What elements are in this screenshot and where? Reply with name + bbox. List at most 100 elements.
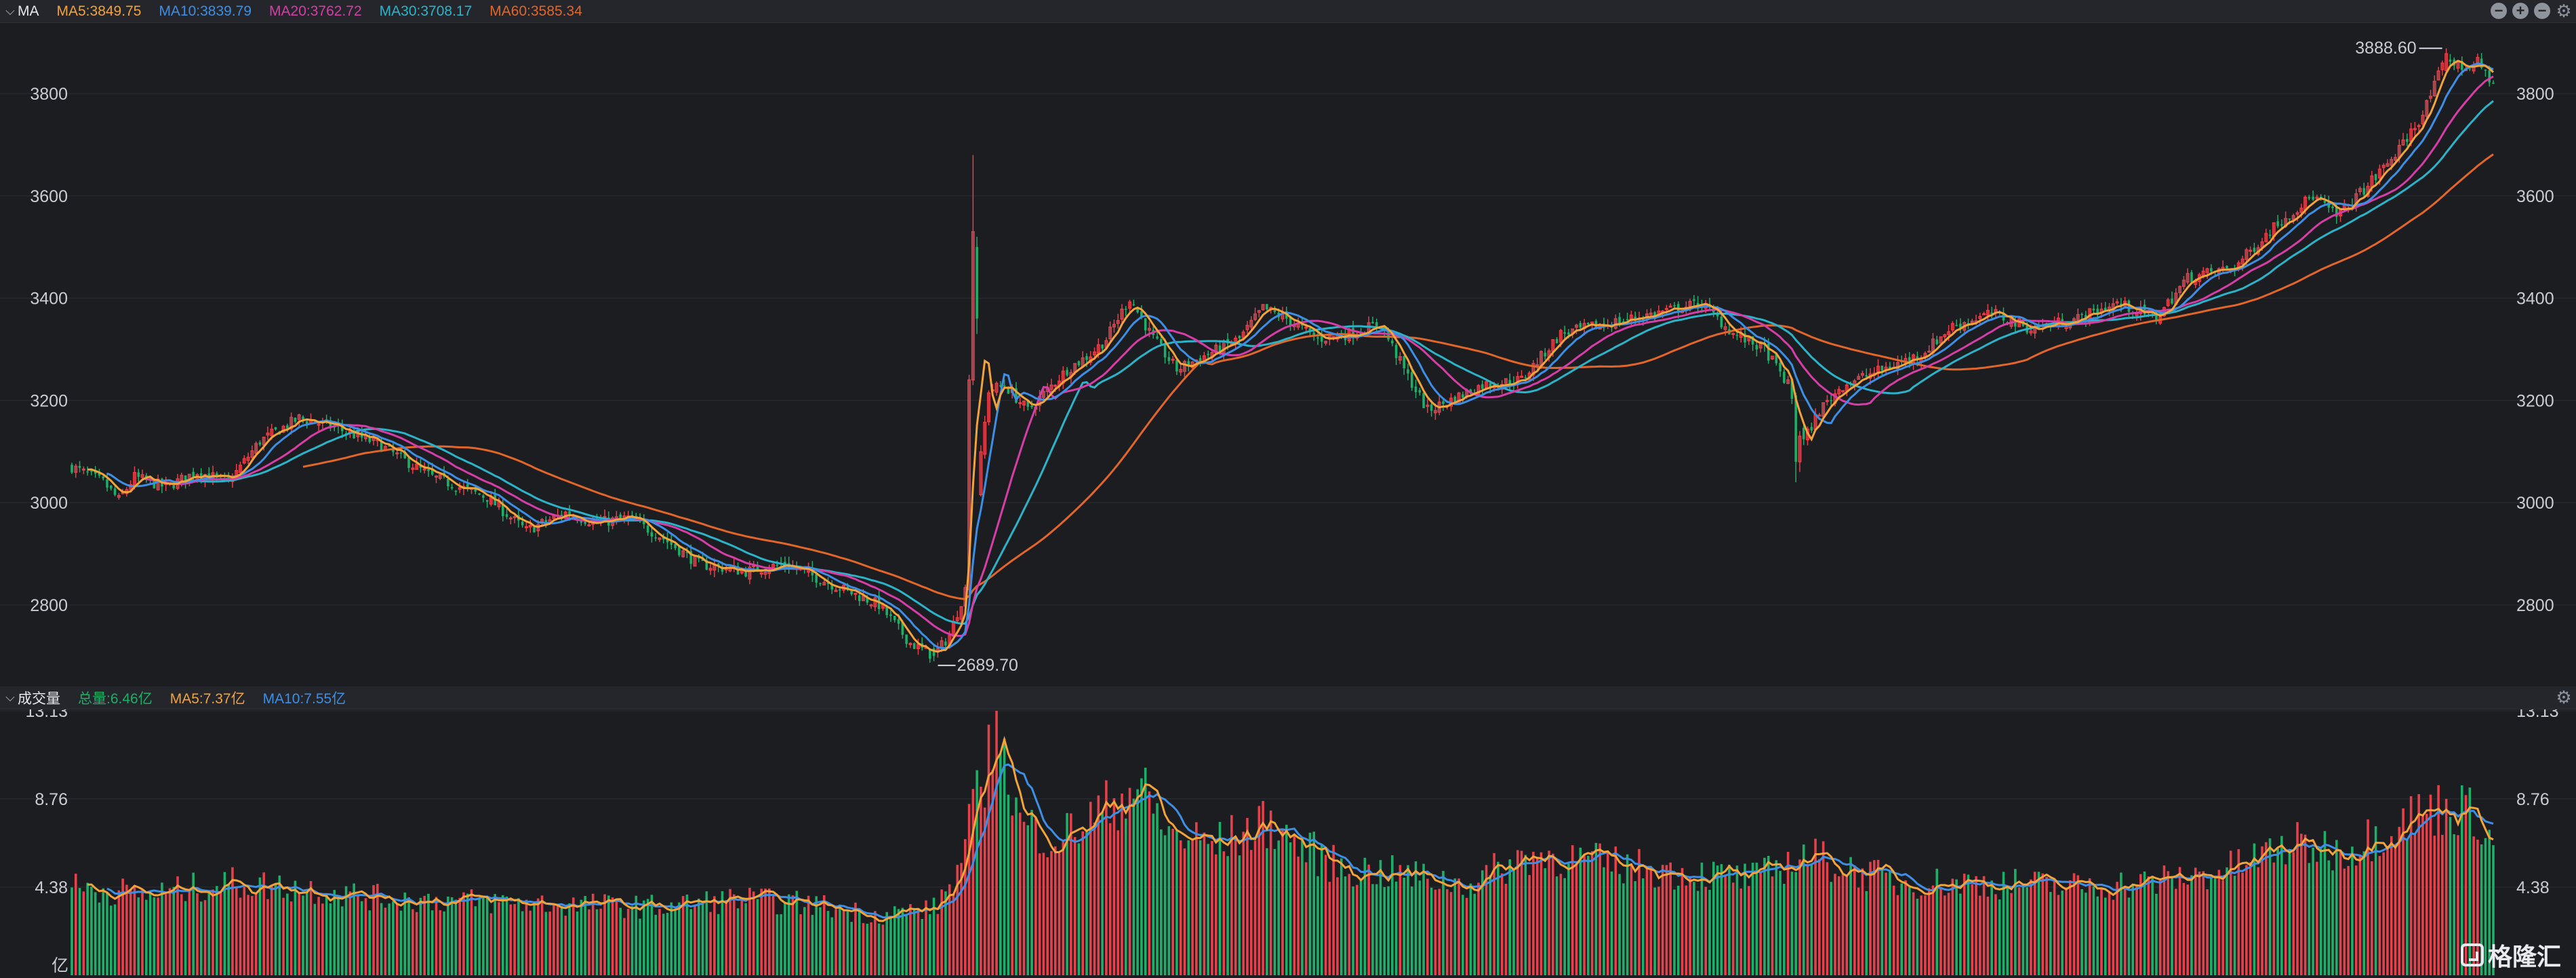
candle — [258, 440, 262, 447]
plus-icon[interactable]: + — [2512, 3, 2529, 19]
volume-bar — [2006, 887, 2009, 975]
candle-body — [1830, 399, 1832, 402]
volume-bar — [2394, 847, 2397, 975]
candle — [1261, 304, 1265, 311]
volume-bar — [1908, 887, 1911, 975]
volume-bar — [161, 882, 163, 975]
candle-body — [1955, 325, 1958, 326]
volume-bar — [2213, 878, 2217, 975]
volume-bar — [1316, 876, 1319, 975]
candle — [1426, 399, 1430, 413]
volume-bar — [768, 888, 771, 975]
volume-bar — [1249, 850, 1253, 975]
legend-volume-ma5: MA5:7.37亿 — [169, 690, 245, 707]
volume-bar — [776, 914, 779, 975]
volume-bar — [278, 875, 281, 975]
gear-icon[interactable]: ⚙ — [2556, 688, 2572, 706]
volume-bar — [846, 911, 849, 975]
volume-bar — [1626, 854, 1629, 975]
volume-bar — [2245, 865, 2248, 975]
candle — [2432, 75, 2436, 97]
extreme-annotations: 3888.60 2689.70 — [938, 39, 2442, 675]
volume-bar — [2257, 867, 2259, 975]
volume-bar — [2096, 896, 2099, 975]
candle-body — [1410, 372, 1413, 388]
volume-bar — [1203, 832, 1206, 975]
volume-bar — [1720, 864, 1723, 975]
candle — [654, 533, 658, 542]
volume-bar — [2335, 840, 2338, 975]
candle — [2484, 69, 2487, 77]
volume-bar — [1053, 846, 1057, 975]
volume-bar — [502, 895, 504, 975]
volume-bar — [1266, 848, 1268, 975]
volume-bar — [862, 922, 865, 975]
volume-bar — [1148, 791, 1151, 975]
chevron-down-icon[interactable]: ⌵ — [3, 4, 18, 18]
volume-bar — [2406, 838, 2409, 975]
candle — [1112, 319, 1116, 333]
volume-bar — [2135, 886, 2138, 975]
volume-bar — [1896, 895, 1899, 975]
volume-bar — [1070, 813, 1072, 975]
volume-bar — [2362, 851, 2366, 975]
volume-bar — [795, 891, 799, 975]
candle — [502, 498, 504, 522]
volume-bar — [1465, 897, 1468, 975]
indicator-title[interactable]: MA — [18, 3, 39, 20]
candle-body — [889, 614, 892, 617]
volume-bar — [1312, 832, 1316, 975]
volume-bar — [1211, 841, 1213, 975]
volume-bar — [1744, 863, 1746, 975]
panel-controls: − + − ⚙ — [2491, 2, 2572, 20]
volume-bar — [1544, 868, 1547, 975]
volume-bar — [2284, 864, 2287, 975]
volume-bar — [2347, 865, 2350, 975]
volume-bar — [1175, 830, 1178, 975]
volume-bar — [1218, 821, 1222, 975]
volume-bars[interactable] — [71, 711, 2495, 975]
candle — [1955, 319, 1958, 327]
candle — [1414, 379, 1417, 399]
volume-bar — [1367, 864, 1370, 975]
volume-bar — [1998, 899, 2001, 975]
volume-bar — [1356, 884, 1359, 975]
collapse-icon[interactable]: − — [2534, 3, 2550, 19]
candle-body — [1567, 332, 1570, 335]
gear-icon[interactable]: ⚙ — [2556, 2, 2572, 20]
volume-bar — [2085, 893, 2087, 975]
volume-bar — [1304, 862, 1308, 975]
candle — [1982, 311, 1986, 315]
volume-bar — [129, 890, 132, 975]
candle — [932, 644, 935, 662]
volume-bar — [666, 912, 669, 975]
volume-bar — [329, 903, 332, 975]
price-candles[interactable] — [71, 48, 2495, 663]
candle-body — [2331, 206, 2334, 208]
candle-body — [294, 417, 297, 422]
chevron-down-icon[interactable]: ⌵ — [3, 690, 18, 705]
volume-bar — [141, 888, 144, 975]
volume-bar — [615, 901, 618, 975]
candle — [658, 537, 662, 543]
candle — [1257, 310, 1261, 317]
volume-bar — [1277, 840, 1281, 975]
volume-bar — [1195, 822, 1198, 975]
volume-bar — [1673, 889, 1676, 975]
price-tick-label-right: 3200 — [2516, 391, 2554, 410]
candle-body — [1673, 305, 1676, 307]
candle — [1959, 318, 1962, 334]
minus-icon[interactable]: − — [2491, 3, 2507, 19]
volume-bar — [623, 918, 626, 975]
volume-bar — [1207, 844, 1209, 975]
candle — [1321, 329, 1323, 348]
volume-bar — [219, 891, 222, 975]
volume-title[interactable]: 成交量 — [18, 688, 60, 708]
volume-bar — [1262, 800, 1264, 975]
candle — [830, 580, 834, 594]
volume-bar — [764, 888, 767, 975]
volume-bar — [1387, 886, 1390, 975]
volume-bar — [517, 898, 520, 975]
volume-bar — [2378, 856, 2381, 975]
volume-bar — [2076, 875, 2080, 975]
